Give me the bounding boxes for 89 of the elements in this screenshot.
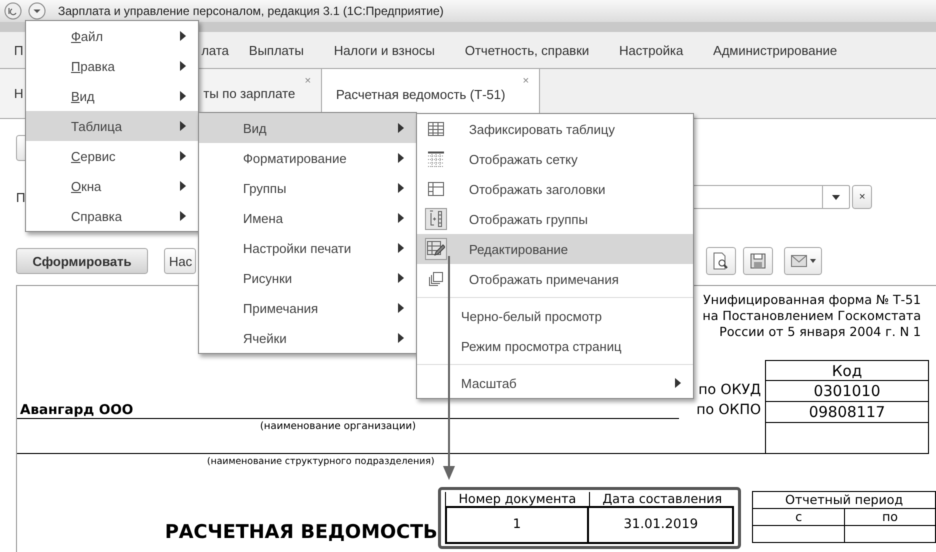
menu-bar-item[interactable]: Выплаты — [248, 42, 304, 58]
form-note: на Постановлением Госкомстата — [702, 308, 921, 323]
menu-bar-item[interactable]: Настройка — [619, 42, 684, 58]
menu-item[interactable]: Форматирование — [199, 143, 416, 173]
menu-item[interactable]: Группы — [199, 173, 416, 203]
envelope-icon — [790, 255, 806, 267]
submenu-arrow-icon — [180, 61, 186, 71]
groups-icon — [429, 210, 443, 228]
table-pencil-icon — [427, 241, 445, 257]
menu-item[interactable]: Справка — [26, 201, 198, 231]
submenu-arrow-icon — [398, 213, 404, 223]
table-cell: 0301010 — [766, 380, 928, 401]
menu-item[interactable]: Окна — [26, 171, 198, 201]
menu-bar-item[interactable]: лата — [201, 42, 229, 58]
submenu-arrow-icon — [180, 151, 186, 161]
table-header: по — [844, 509, 935, 526]
form-note: России от 5 января 2004 г. N 1 — [719, 324, 921, 339]
menu-item[interactable]: Ячейки — [199, 323, 416, 353]
field-label: П — [16, 190, 26, 204]
table-cell: 31.01.2019 — [589, 508, 734, 544]
menu-item[interactable]: Отображать примечания — [417, 264, 693, 294]
mail-dropdown-button[interactable] — [784, 247, 822, 275]
menu-item[interactable]: Вид — [199, 113, 416, 143]
menu-item[interactable]: Файл — [26, 21, 198, 51]
organization-name: Авангард ООО — [17, 402, 679, 419]
submenu-arrow-icon — [398, 273, 404, 283]
table-header: Дата составления — [589, 492, 734, 508]
code-label: по ОКУД — [698, 381, 761, 400]
menu-item[interactable]: Отображать группы — [417, 204, 693, 234]
table-header: с — [753, 509, 844, 526]
submenu-arrow-icon — [180, 91, 186, 101]
menu-bar-item[interactable]: Налоги и взносы — [334, 42, 435, 58]
table-icon — [428, 122, 444, 136]
menu-item[interactable]: Черно-белый просмотр — [417, 301, 693, 331]
code-label: по ОКПО — [696, 401, 761, 420]
submenu-arrow-icon — [675, 378, 681, 388]
menu-bar-item[interactable]: Отчетность, справки — [464, 42, 590, 58]
menu-item[interactable]: Масштаб — [417, 368, 693, 398]
menu-item[interactable]: Редактирование — [417, 234, 693, 264]
submenu-arrow-icon — [180, 211, 186, 221]
submenu-arrow-icon — [398, 243, 404, 253]
preview-button[interactable] — [706, 247, 736, 275]
settings-button[interactable]: Нас — [164, 248, 196, 274]
submenu-arrow-icon — [180, 121, 186, 131]
table-header-icon — [428, 182, 444, 196]
field-caption: (наименование структурного подразделения) — [206, 456, 434, 467]
tab-label: Расчетная ведомость (Т-51) — [336, 86, 506, 102]
table-header: Номер документа — [444, 492, 590, 508]
menu-item[interactable]: Настройки печати — [199, 233, 416, 263]
table-cell: 1 — [444, 508, 590, 544]
generate-button[interactable]: Сформировать — [16, 248, 148, 274]
submenu-arrow-icon — [398, 333, 404, 343]
submenu-arrow-icon — [398, 153, 404, 163]
submenu-arrow-icon — [398, 123, 404, 133]
menu-item[interactable]: Рисунки — [199, 263, 416, 293]
menu-item[interactable]: Отображать сетку — [417, 144, 693, 174]
preview-icon — [713, 252, 729, 270]
menu-item[interactable]: Отображать заголовки — [417, 174, 693, 204]
tab-label: ты по зарплате — [203, 86, 296, 101]
dropdown-caret-icon[interactable] — [832, 194, 840, 200]
menu-bar-item[interactable]: П — [14, 42, 24, 58]
document-title: РАСЧЕТНАЯ ВЕДОМОСТЬ — [164, 521, 438, 545]
caret-icon — [810, 259, 816, 263]
menu-item[interactable]: Режим просмотра страниц — [417, 331, 693, 361]
save-button[interactable] — [743, 247, 773, 275]
field-caption: (наименование организации) — [259, 421, 417, 432]
table-header: Код — [830, 361, 864, 380]
table-header: Отчетный период — [753, 492, 935, 509]
submenu-arrow-icon — [398, 183, 404, 193]
menu-item[interactable]: Таблица — [26, 111, 198, 141]
window-title: Зарплата и управление персоналом, редакция 3.1 (1С:Предприятие) — [58, 4, 444, 18]
tab-label: Н — [14, 86, 24, 101]
menu-item[interactable]: Правка — [26, 51, 198, 81]
submenu-arrow-icon — [180, 181, 186, 191]
menu-item[interactable]: Примечания — [199, 293, 416, 323]
app-logo-icon — [4, 2, 22, 20]
form-note: Унифицированная форма № Т-51 — [703, 292, 921, 307]
submenu-arrow-icon — [398, 303, 404, 313]
grid-icon — [428, 151, 444, 167]
notes-icon — [429, 272, 443, 286]
menu-item[interactable]: Вид — [26, 81, 198, 111]
submenu-arrow-icon — [180, 31, 186, 41]
close-icon[interactable]: × — [522, 75, 529, 87]
main-menu-button[interactable] — [28, 2, 46, 20]
menu-item[interactable]: Имена — [199, 203, 416, 233]
menu-bar-item[interactable]: Администрирование — [713, 42, 838, 58]
menu-item[interactable]: Сервис — [26, 141, 198, 171]
clear-button[interactable]: × — [852, 185, 872, 209]
table-cell: 09808117 — [766, 401, 928, 422]
